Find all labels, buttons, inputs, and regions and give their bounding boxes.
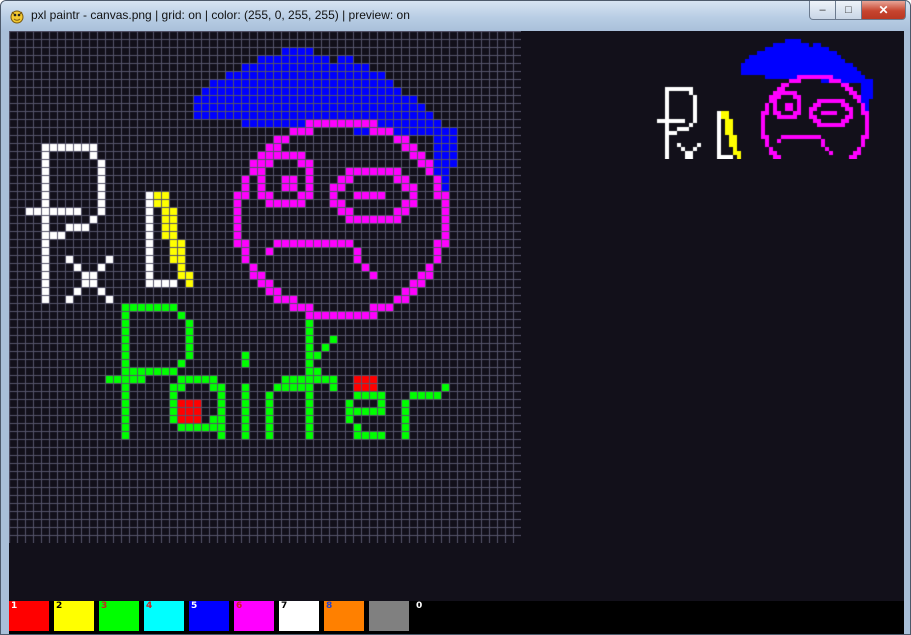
- palette-swatch-key: 6: [236, 601, 243, 611]
- palette-swatch-4[interactable]: 4: [144, 601, 184, 631]
- title-bar[interactable]: pxl paintr - canvas.png | grid: on | col…: [1, 1, 910, 31]
- palette-swatch-key: 4: [146, 601, 153, 611]
- palette-swatch-3[interactable]: 3: [99, 601, 139, 631]
- palette-swatch-key: 9: [371, 601, 378, 611]
- palette-swatch-key: 0: [416, 601, 423, 611]
- palette-swatch-9[interactable]: 9: [369, 601, 409, 631]
- palette-swatch-5[interactable]: 5: [189, 601, 229, 631]
- app-client-area: 1 2 3 4 5 6 7 8 9 0: [9, 31, 905, 634]
- palette-swatch-6[interactable]: 6: [234, 601, 274, 631]
- palette-swatch-key: 3: [101, 601, 108, 611]
- palette-swatch-7[interactable]: 7: [279, 601, 319, 631]
- minimize-button[interactable]: –: [809, 1, 836, 20]
- window-title: pxl paintr - canvas.png | grid: on | col…: [31, 8, 410, 22]
- palette-swatch-8[interactable]: 8: [324, 601, 364, 631]
- maximize-button[interactable]: □: [836, 1, 862, 20]
- palette-swatch-key: 2: [56, 601, 63, 611]
- preview-panel: [649, 31, 905, 159]
- pixel-grid[interactable]: [9, 31, 521, 543]
- drawing-canvas[interactable]: [9, 31, 521, 543]
- close-button[interactable]: ✕: [862, 1, 906, 20]
- palette-swatch-key: 8: [326, 601, 333, 611]
- app-window: pxl paintr - canvas.png | grid: on | col…: [0, 0, 911, 635]
- palette-swatch-0[interactable]: 0: [414, 601, 454, 631]
- palette-swatch-key: 7: [281, 601, 288, 611]
- pygame-snake-icon: [10, 10, 24, 24]
- palette-swatch-key: 1: [11, 601, 18, 611]
- palette-swatch-1[interactable]: 1: [9, 601, 49, 631]
- color-palette: 1 2 3 4 5 6 7 8 9 0: [9, 601, 904, 634]
- palette-swatch-key: 5: [191, 601, 198, 611]
- palette-swatch-2[interactable]: 2: [54, 601, 94, 631]
- preview-image: [649, 31, 905, 159]
